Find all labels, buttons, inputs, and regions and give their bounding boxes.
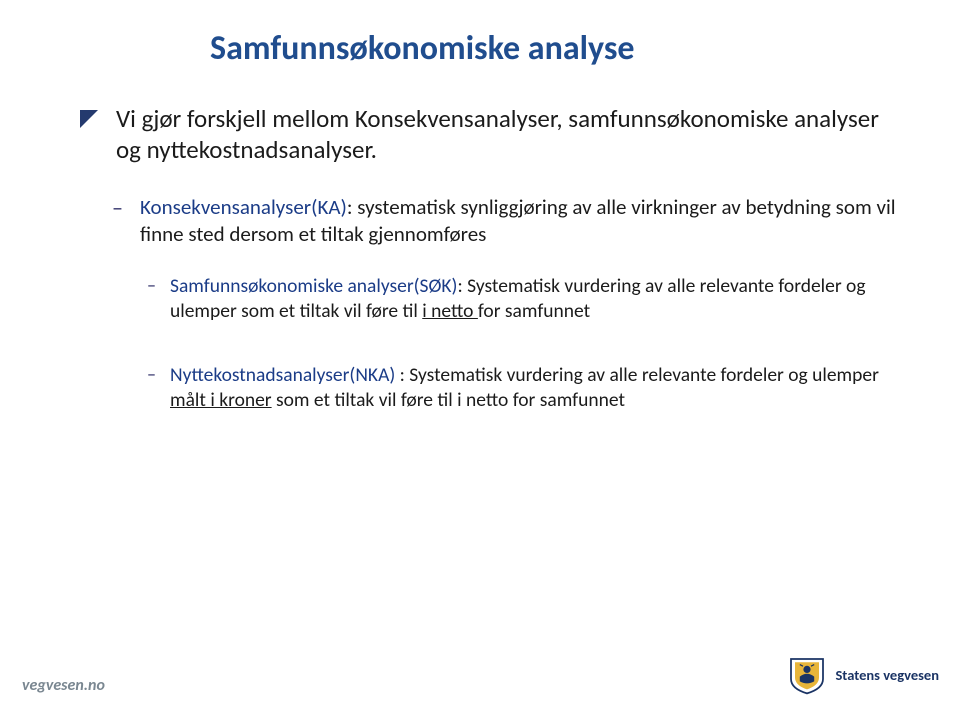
nested1-underlined: i netto xyxy=(422,299,478,323)
nested2-mid: : Systematisk vurdering av alle relevant… xyxy=(395,363,879,387)
sub-bullet-1: – Konsekvensanalyser(KA): systematisk sy… xyxy=(112,194,907,249)
sub1-term: Konsekvensanalyser(KA) xyxy=(140,194,347,220)
footer-brand-container: Statens vegvesen xyxy=(787,655,939,695)
dash-icon: – xyxy=(147,363,163,386)
nested-bullet-2-text: Nyttekostnadsanalyser(NKA) : Systematisk… xyxy=(170,363,907,414)
footer: vegvesen.no Statens vegvesen xyxy=(0,655,959,695)
slide-container: Samfunnsøkonomiske analyse Vi gjør forsk… xyxy=(0,0,959,711)
dash-icon: – xyxy=(112,194,132,222)
bullet-triangle-icon xyxy=(80,110,98,128)
nested-bullet-1-text: Samfunnsøkonomiske analyser(SØK): System… xyxy=(170,274,907,325)
nested1-term: Samfunnsøkonomiske analyser(SØK) xyxy=(170,274,457,298)
crest-icon xyxy=(787,655,827,695)
footer-url: vegvesen.no xyxy=(22,676,105,695)
footer-brand-text: Statens vegvesen xyxy=(835,666,939,684)
nested2-term: Nyttekostnadsanalyser(NKA) xyxy=(170,363,395,387)
nested2-underlined: målt i kroner xyxy=(170,388,272,412)
nested-bullet-2: – Nyttekostnadsanalyser(NKA) : Systemati… xyxy=(147,363,907,414)
nested1-after: for samfunnet xyxy=(478,299,590,323)
nested-bullet-1: – Samfunnsøkonomiske analyser(SØK): Syst… xyxy=(147,274,907,325)
page-title: Samfunnsøkonomiske analyse xyxy=(52,28,907,69)
main-bullet-text: Vi gjør forskjell mellom Konsekvensanaly… xyxy=(116,103,907,166)
spacer xyxy=(52,355,907,363)
sub-bullet-1-text: Konsekvensanalyser(KA): systematisk synl… xyxy=(140,194,907,249)
nested2-after: som et tiltak vil føre til i netto for s… xyxy=(272,388,625,412)
main-bullet: Vi gjør forskjell mellom Konsekvensanaly… xyxy=(80,103,907,166)
dash-icon: – xyxy=(147,274,163,297)
